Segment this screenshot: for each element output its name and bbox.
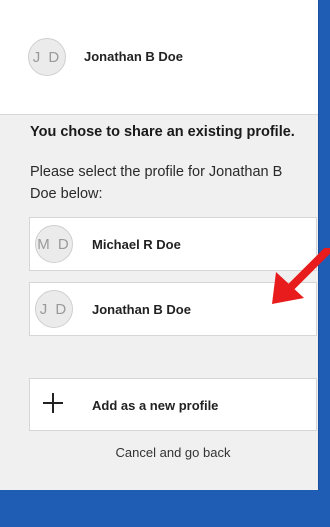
profile-name: Jonathan B Doe (92, 302, 191, 317)
page-heading: You chose to share an existing profile. (30, 124, 295, 140)
cancel-link[interactable]: Cancel and go back (29, 445, 317, 460)
avatar: J D (28, 38, 66, 76)
header-name: Jonathan B Doe (84, 49, 183, 64)
red-arrow-icon (272, 248, 330, 304)
add-new-profile-label: Add as a new profile (92, 398, 219, 413)
plus-icon (43, 393, 63, 413)
add-new-profile-button[interactable]: Add as a new profile (29, 378, 317, 431)
profile-name: Michael R Doe (92, 237, 181, 252)
profile-selection-panel: J D Jonathan B Doe You chose to share an… (0, 0, 319, 490)
avatar: M D (35, 225, 73, 263)
header: J D Jonathan B Doe (0, 0, 318, 115)
avatar: J D (35, 290, 73, 328)
instructions-text: Please select the profile for Jonathan B… (30, 164, 283, 202)
